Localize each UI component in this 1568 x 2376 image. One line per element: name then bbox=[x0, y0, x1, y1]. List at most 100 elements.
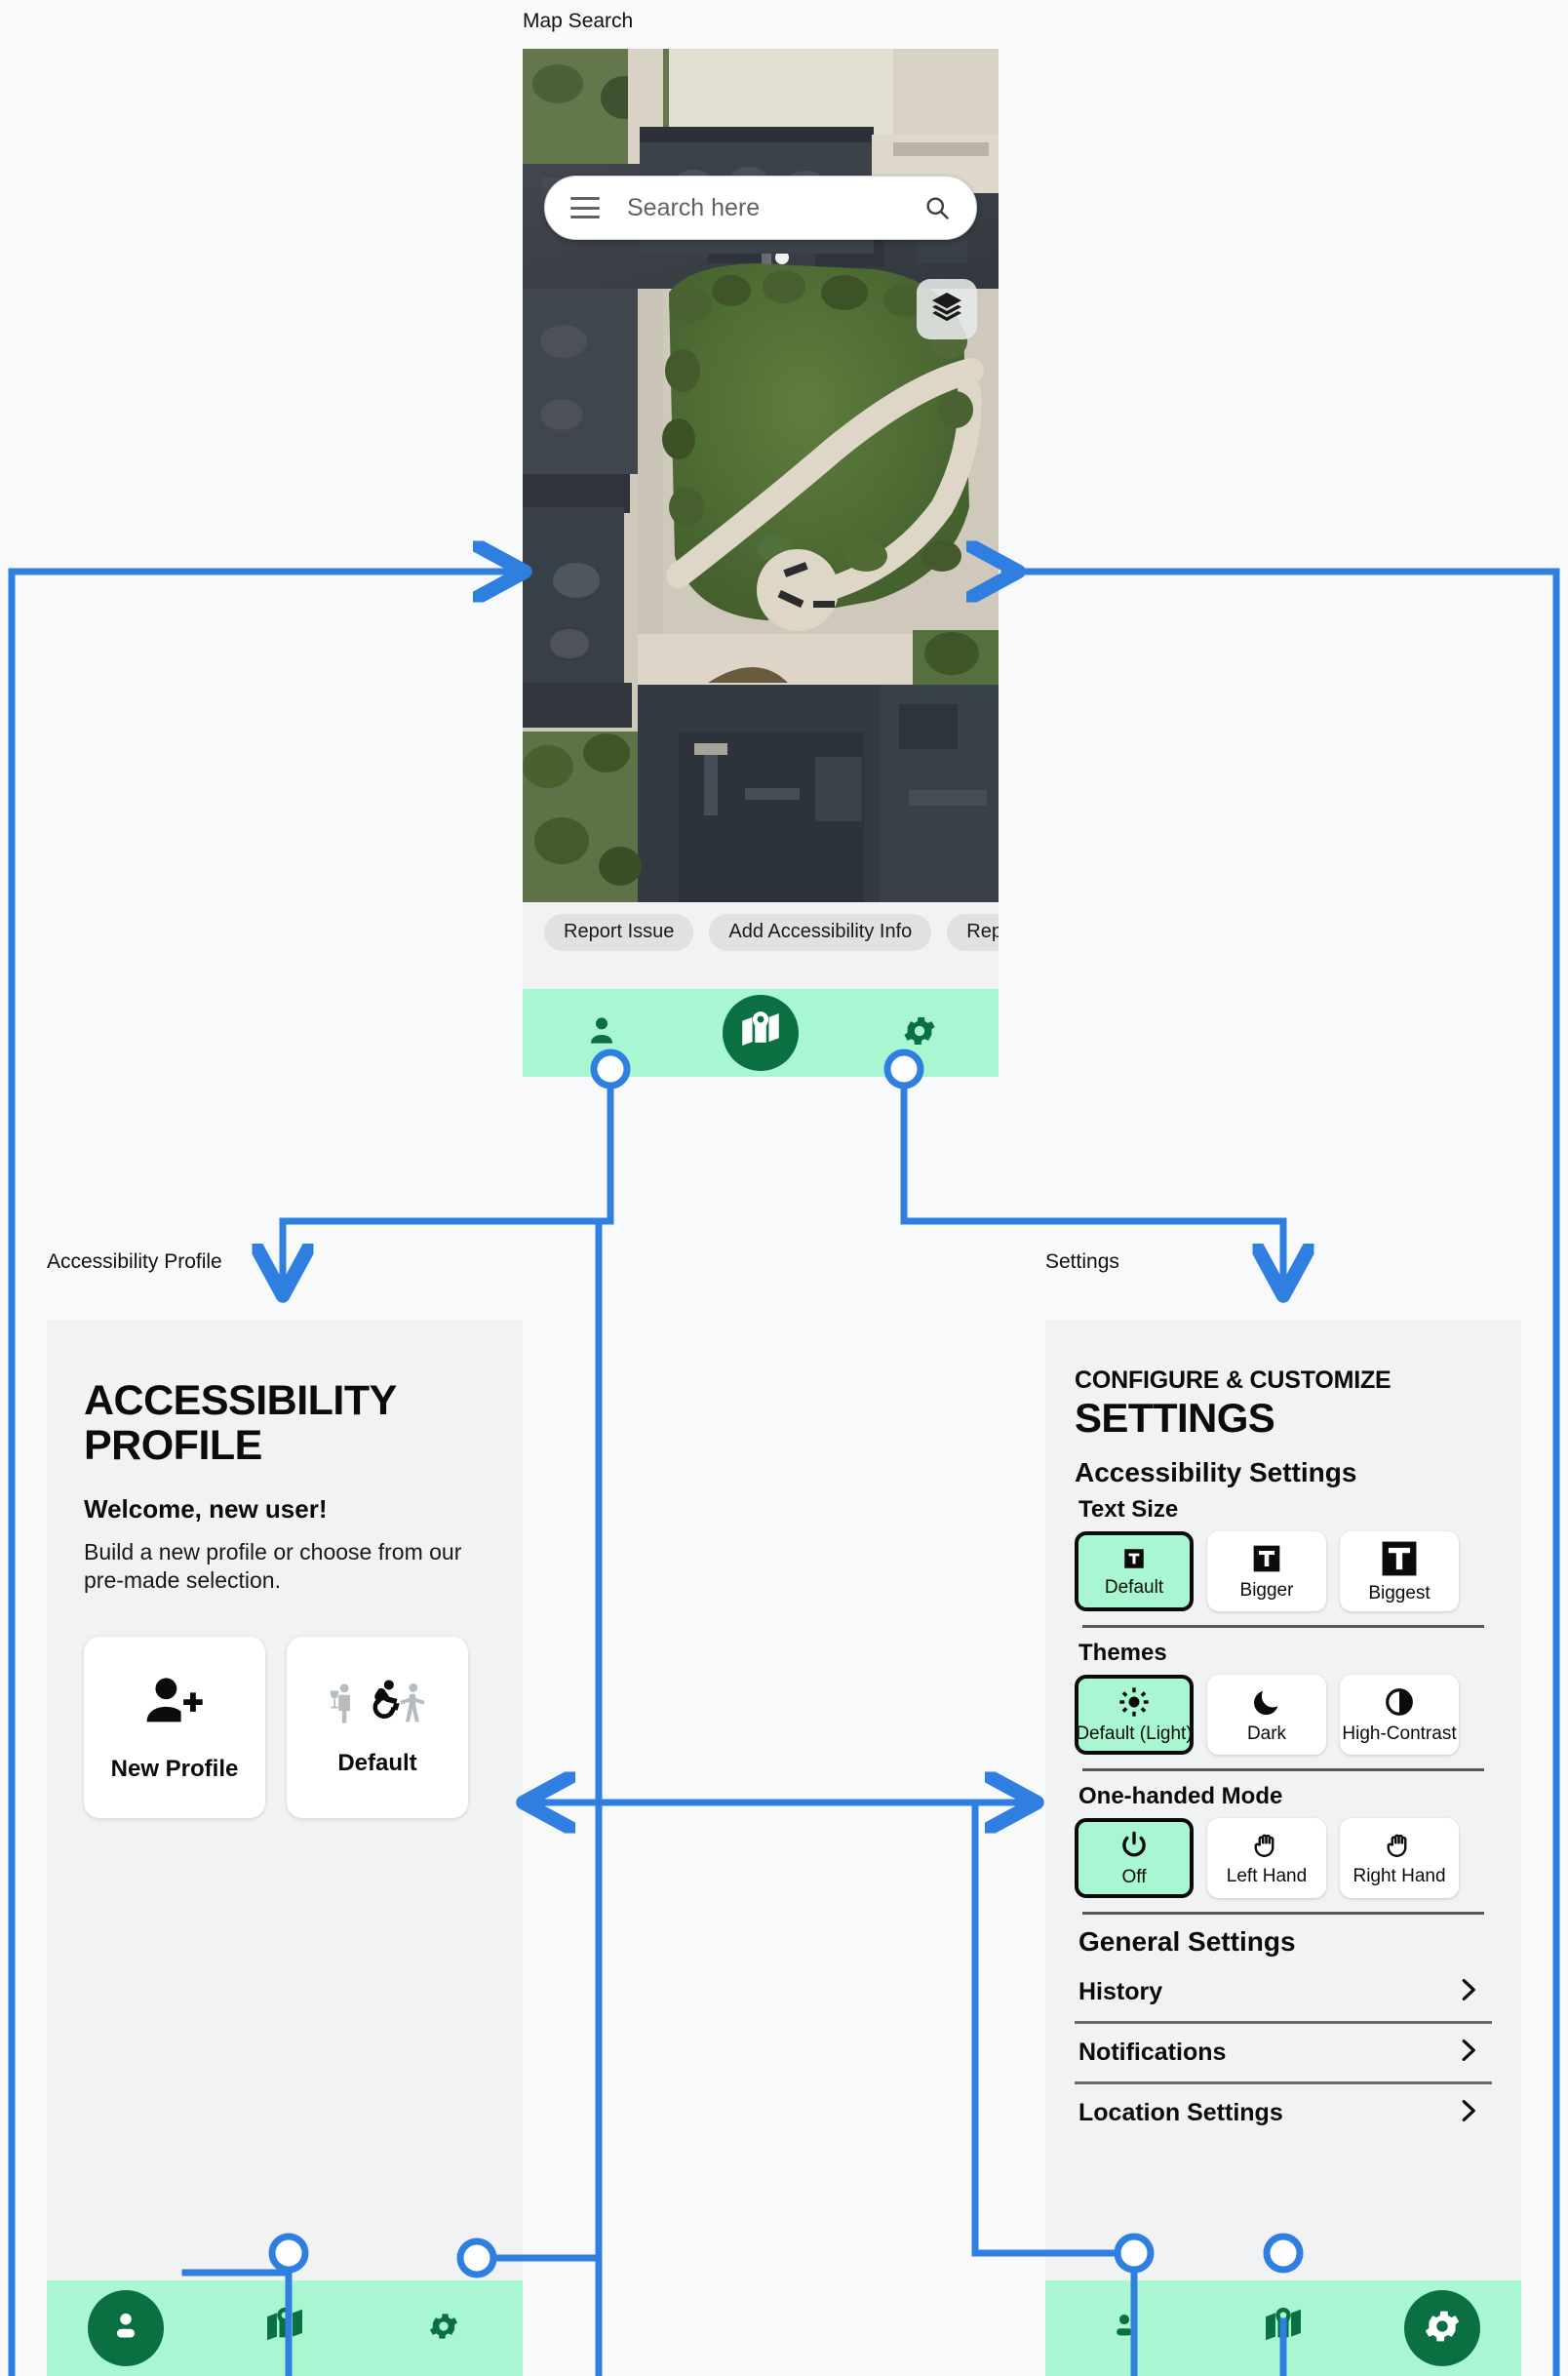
page-title: SETTINGS bbox=[1075, 1395, 1275, 1441]
general-settings-heading: General Settings bbox=[1078, 1926, 1296, 1957]
nav-active-indicator bbox=[722, 995, 799, 1071]
text-size-medium-icon bbox=[1251, 1543, 1282, 1579]
chevron-right-icon bbox=[1453, 2096, 1482, 2130]
person-icon bbox=[1106, 2308, 1143, 2350]
row-label: History bbox=[1078, 1978, 1163, 2005]
person-add-icon bbox=[142, 1671, 207, 1736]
layers-icon bbox=[929, 290, 964, 330]
screen-map-search: Search here Report Issue Add Accessibili… bbox=[523, 49, 999, 1077]
map-layers-button[interactable] bbox=[917, 279, 977, 339]
option-label: Bigger bbox=[1239, 1580, 1294, 1601]
chevron-right-icon bbox=[1453, 2036, 1482, 2070]
option-one-handed-right[interactable]: Right Hand bbox=[1340, 1818, 1459, 1898]
page-title: ACCESSIBILITY PROFILE bbox=[84, 1377, 397, 1470]
person-icon bbox=[105, 2306, 146, 2352]
nav-active-indicator bbox=[1403, 2290, 1480, 2366]
profile-card-label: New Profile bbox=[110, 1756, 239, 1783]
text-size-small-icon bbox=[1121, 1546, 1147, 1576]
map-pin-icon bbox=[263, 2305, 306, 2353]
power-icon bbox=[1118, 1830, 1150, 1866]
search-icon[interactable] bbox=[923, 194, 951, 221]
option-theme-dark[interactable]: Dark bbox=[1207, 1675, 1326, 1755]
flow-canvas: Map Search Search here Report Issue Add … bbox=[0, 0, 1568, 2376]
accessibility-settings-heading: Accessibility Settings bbox=[1075, 1457, 1357, 1487]
gear-icon bbox=[900, 1011, 939, 1055]
gear-icon bbox=[1421, 2305, 1464, 2353]
settings-kicker: CONFIGURE & CUSTOMIZE bbox=[1075, 1366, 1392, 1394]
nav-item-settings[interactable] bbox=[866, 989, 973, 1077]
option-label: Right Hand bbox=[1352, 1866, 1446, 1886]
nav-item-map[interactable] bbox=[231, 2284, 338, 2372]
map-pin-icon bbox=[738, 1009, 783, 1058]
settings-row-history[interactable]: History bbox=[1075, 1963, 1492, 2024]
option-theme-high-contrast[interactable]: High-Contrast bbox=[1340, 1675, 1459, 1755]
option-one-handed-left[interactable]: Left Hand bbox=[1207, 1818, 1326, 1898]
text-size-large-icon bbox=[1381, 1540, 1418, 1582]
group-heading-one-handed: One-handed Mode bbox=[1078, 1783, 1283, 1809]
settings-row-notifications[interactable]: Notifications bbox=[1075, 2024, 1492, 2084]
option-one-handed-off[interactable]: Off bbox=[1075, 1818, 1194, 1898]
search-bar[interactable]: Search here bbox=[544, 176, 977, 240]
search-input[interactable]: Search here bbox=[627, 194, 923, 222]
nav-item-settings[interactable] bbox=[390, 2284, 497, 2372]
bottom-navigation-map bbox=[523, 989, 999, 1077]
option-text-size-bigger[interactable]: Bigger bbox=[1207, 1531, 1326, 1611]
sun-icon bbox=[1118, 1686, 1150, 1723]
bottom-navigation-settings bbox=[1045, 2280, 1521, 2376]
chevron-right-icon bbox=[1453, 1975, 1482, 2009]
map-pin-icon bbox=[1262, 2305, 1305, 2353]
nav-item-profile[interactable] bbox=[548, 989, 655, 1077]
profile-card-new[interactable]: New Profile bbox=[84, 1636, 265, 1818]
screen-label-map: Map Search bbox=[523, 10, 634, 32]
contrast-icon bbox=[1384, 1686, 1415, 1723]
option-label: Off bbox=[1121, 1867, 1147, 1887]
nav-item-map[interactable] bbox=[1230, 2284, 1337, 2372]
screen-accessibility-profile: ACCESSIBILITY PROFILE Welcome, new user!… bbox=[47, 1320, 523, 2376]
screen-label-profile: Accessibility Profile bbox=[47, 1250, 222, 1273]
option-label: Default (Light) bbox=[1076, 1723, 1193, 1744]
screen-label-settings: Settings bbox=[1045, 1250, 1119, 1273]
nav-active-indicator bbox=[88, 2290, 165, 2366]
hand-left-icon bbox=[1252, 1831, 1281, 1865]
hamburger-menu-icon[interactable] bbox=[570, 197, 600, 218]
option-text-size-default[interactable]: Default bbox=[1075, 1531, 1194, 1611]
option-label: High-Contrast bbox=[1342, 1723, 1457, 1744]
option-label: Biggest bbox=[1368, 1583, 1431, 1604]
settings-row-location[interactable]: Location Settings bbox=[1075, 2084, 1492, 2142]
accessibility-group-icon bbox=[327, 1678, 428, 1730]
moon-icon bbox=[1251, 1686, 1282, 1723]
option-label: Left Hand bbox=[1226, 1866, 1308, 1886]
section-divider bbox=[1082, 1768, 1484, 1771]
profile-subtitle: Build a new profile or choose from our p… bbox=[84, 1538, 462, 1594]
nav-item-map[interactable] bbox=[707, 989, 814, 1077]
row-label: Notifications bbox=[1078, 2039, 1227, 2066]
option-theme-light[interactable]: Default (Light) bbox=[1075, 1675, 1194, 1755]
option-group-text-size: Default Bigger Biggest bbox=[1075, 1531, 1492, 1611]
profile-card-list: New Profile Default bbox=[84, 1636, 486, 1818]
nav-item-settings[interactable] bbox=[1389, 2284, 1496, 2372]
option-label: Default bbox=[1104, 1577, 1164, 1598]
option-group-themes: Default (Light) Dark High-Contrast bbox=[1075, 1675, 1492, 1755]
bottom-navigation-profile bbox=[47, 2280, 523, 2376]
chip-add-accessibility-info[interactable]: Add Accessibility Info bbox=[709, 913, 932, 951]
map-action-chips: Report Issue Add Accessibility Info Repo… bbox=[523, 902, 999, 962]
welcome-heading: Welcome, new user! bbox=[84, 1493, 328, 1524]
nav-item-profile[interactable] bbox=[1071, 2284, 1178, 2372]
option-label: Dark bbox=[1246, 1723, 1287, 1744]
group-heading-themes: Themes bbox=[1078, 1640, 1167, 1666]
nav-item-profile[interactable] bbox=[72, 2284, 179, 2372]
profile-card-default[interactable]: Default bbox=[287, 1636, 468, 1818]
group-heading-text-size: Text Size bbox=[1078, 1496, 1179, 1523]
gear-icon bbox=[426, 2309, 461, 2349]
chip-reported[interactable]: Reporte bbox=[947, 913, 999, 951]
option-text-size-biggest[interactable]: Biggest bbox=[1340, 1531, 1459, 1611]
section-divider bbox=[1082, 1912, 1484, 1915]
row-label: Location Settings bbox=[1078, 2099, 1283, 2126]
option-group-one-handed: Off Left Hand Right Hand bbox=[1075, 1818, 1492, 1898]
screen-settings: CONFIGURE & CUSTOMIZE SETTINGS Accessibi… bbox=[1045, 1320, 1521, 2376]
profile-card-label: Default bbox=[337, 1749, 417, 1776]
chip-report-issue[interactable]: Report Issue bbox=[544, 913, 694, 951]
hand-right-icon bbox=[1385, 1831, 1414, 1865]
section-divider bbox=[1082, 1625, 1484, 1628]
person-icon bbox=[582, 1011, 621, 1055]
